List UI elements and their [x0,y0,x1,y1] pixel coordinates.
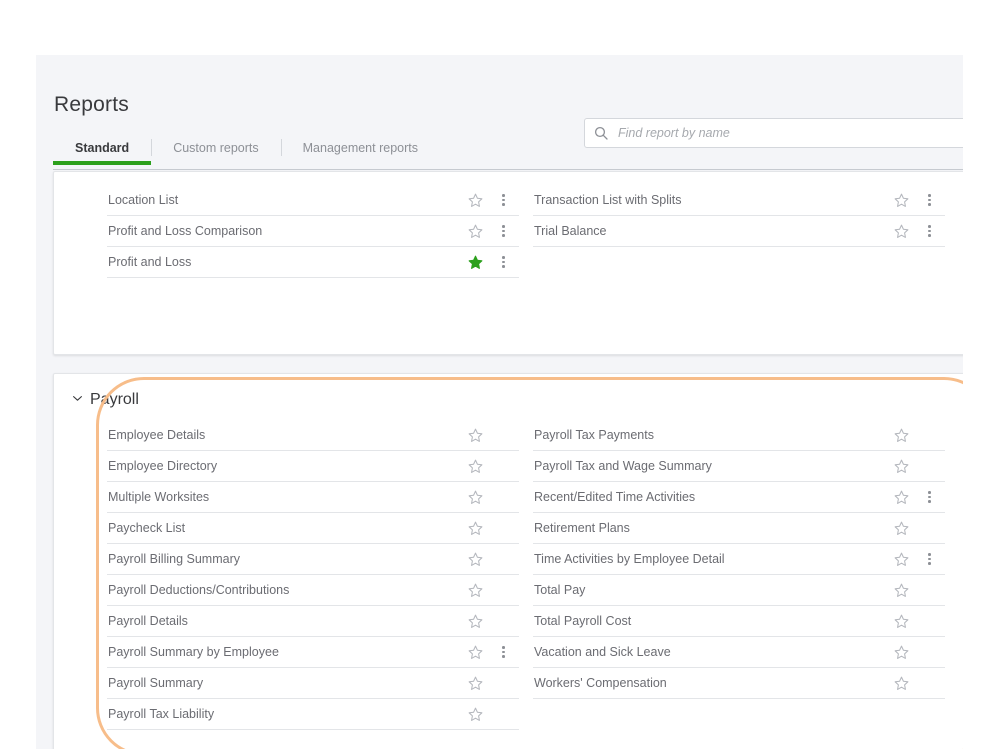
kebab-menu-icon[interactable] [488,646,519,658]
report-name[interactable]: Total Pay [533,583,888,597]
report-name[interactable]: Time Activities by Employee Detail [533,552,888,566]
report-name[interactable]: Multiple Worksites [107,490,462,504]
report-row[interactable]: Employee Details [107,420,519,451]
star-outline-icon[interactable] [462,428,488,443]
report-row[interactable]: Total Payroll Cost [533,606,945,637]
report-name[interactable]: Profit and Loss [107,255,462,269]
reports-app-viewport: Reports StandardCustom reportsManagement… [36,55,963,749]
reports-tabbar: StandardCustom reportsManagement reports [53,137,963,170]
star-outline-icon[interactable] [888,552,914,567]
report-name[interactable]: Payroll Details [107,614,462,628]
report-name[interactable]: Paycheck List [107,521,462,535]
report-name[interactable]: Payroll Summary by Employee [107,645,462,659]
star-outline-icon[interactable] [888,645,914,660]
report-row[interactable]: Payroll Tax Liability [107,699,519,730]
report-name[interactable]: Recent/Edited Time Activities [533,490,888,504]
star-outline-icon[interactable] [462,645,488,660]
report-row[interactable]: Location List [107,185,519,216]
star-outline-icon[interactable] [888,521,914,536]
star-outline-icon[interactable] [888,193,914,208]
star-outline-icon[interactable] [462,521,488,536]
star-outline-icon[interactable] [888,224,914,239]
star-outline-icon[interactable] [462,676,488,691]
report-column-right: Payroll Tax Payments Payroll Tax and Wage… [533,420,945,699]
star-outline-icon[interactable] [888,459,914,474]
report-column-left: Location List Profit and Loss Comparison P… [107,185,519,278]
star-outline-icon[interactable] [888,428,914,443]
star-outline-icon[interactable] [462,193,488,208]
star-outline-icon[interactable] [462,614,488,629]
star-outline-icon[interactable] [462,552,488,567]
star-outline-icon[interactable] [462,490,488,505]
report-row[interactable]: Workers' Compensation [533,668,945,699]
tab-standard[interactable]: Standard [53,137,151,165]
star-outline-icon[interactable] [462,459,488,474]
report-name[interactable]: Total Payroll Cost [533,614,888,628]
kebab-menu-icon[interactable] [914,553,945,565]
standard-reports-card: Location List Profit and Loss Comparison P… [53,171,963,355]
report-row[interactable]: Payroll Summary by Employee [107,637,519,668]
report-name[interactable]: Transaction List with Splits [533,193,888,207]
star-filled-icon[interactable] [462,255,488,270]
report-row[interactable]: Payroll Tax and Wage Summary [533,451,945,482]
report-row[interactable]: Payroll Summary [107,668,519,699]
star-outline-icon[interactable] [888,583,914,598]
report-name[interactable]: Payroll Summary [107,676,462,690]
kebab-menu-icon[interactable] [488,225,519,237]
report-name[interactable]: Employee Directory [107,459,462,473]
kebab-menu-icon[interactable] [914,491,945,503]
kebab-menu-icon[interactable] [914,225,945,237]
report-row[interactable]: Time Activities by Employee Detail [533,544,945,575]
report-row[interactable]: Retirement Plans [533,513,945,544]
report-row[interactable]: Payroll Deductions/Contributions [107,575,519,606]
report-column-right: Transaction List with Splits Trial Balanc… [533,185,945,247]
report-row[interactable]: Vacation and Sick Leave [533,637,945,668]
report-row[interactable]: Employee Directory [107,451,519,482]
star-outline-icon[interactable] [462,583,488,598]
kebab-menu-icon[interactable] [488,194,519,206]
report-row[interactable]: Profit and Loss [107,247,519,278]
report-name[interactable]: Payroll Tax Payments [533,428,888,442]
tabbar-divider [53,169,963,170]
report-row[interactable]: Payroll Tax Payments [533,420,945,451]
report-row[interactable]: Paycheck List [107,513,519,544]
report-name[interactable]: Payroll Deductions/Contributions [107,583,462,597]
report-name[interactable]: Trial Balance [533,224,888,238]
report-row[interactable]: Payroll Details [107,606,519,637]
report-row[interactable]: Multiple Worksites [107,482,519,513]
report-name[interactable]: Profit and Loss Comparison [107,224,462,238]
chevron-down-icon[interactable] [72,391,83,409]
tab-custom-reports[interactable]: Custom reports [151,137,280,165]
star-outline-icon[interactable] [462,224,488,239]
report-name[interactable]: Payroll Billing Summary [107,552,462,566]
star-outline-icon[interactable] [888,676,914,691]
report-name[interactable]: Location List [107,193,462,207]
payroll-section-title: Payroll [90,391,139,409]
kebab-menu-icon[interactable] [914,194,945,206]
report-name[interactable]: Vacation and Sick Leave [533,645,888,659]
report-column-left: Employee Details Employee Directory Multip… [107,420,519,730]
tab-management-reports[interactable]: Management reports [281,137,440,165]
page-title: Reports [54,93,129,117]
payroll-reports-card: Payroll Employee Details Employee Directo… [53,373,963,749]
report-name[interactable]: Employee Details [107,428,462,442]
star-outline-icon[interactable] [462,707,488,722]
report-row[interactable]: Profit and Loss Comparison [107,216,519,247]
report-name[interactable]: Workers' Compensation [533,676,888,690]
report-row[interactable]: Total Pay [533,575,945,606]
report-row[interactable]: Payroll Billing Summary [107,544,519,575]
payroll-section-header[interactable]: Payroll [72,391,139,409]
report-name[interactable]: Payroll Tax and Wage Summary [533,459,888,473]
report-row[interactable]: Transaction List with Splits [533,185,945,216]
star-outline-icon[interactable] [888,490,914,505]
kebab-menu-icon[interactable] [488,256,519,268]
report-row[interactable]: Trial Balance [533,216,945,247]
report-name[interactable]: Payroll Tax Liability [107,707,462,721]
report-row[interactable]: Recent/Edited Time Activities [533,482,945,513]
star-outline-icon[interactable] [888,614,914,629]
report-name[interactable]: Retirement Plans [533,521,888,535]
